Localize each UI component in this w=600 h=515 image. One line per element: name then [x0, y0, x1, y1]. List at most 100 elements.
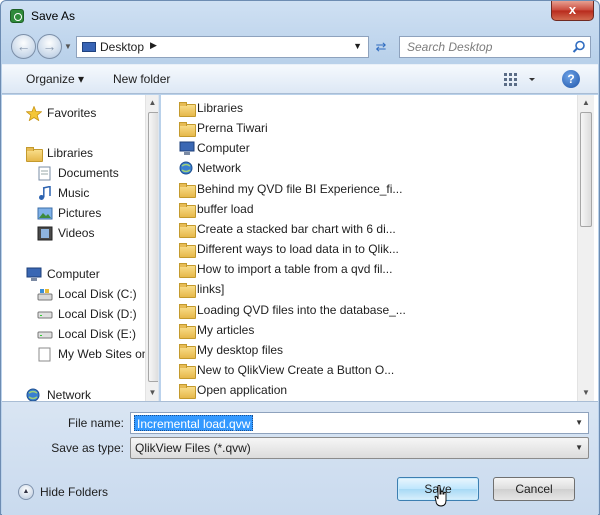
chevron-up-icon: ▲ [18, 484, 34, 500]
scroll-down-icon[interactable]: ▼ [578, 385, 594, 401]
file-list: Libraries Prerna Tiwari Computer Network Beh… [161, 95, 598, 401]
scroll-down-icon[interactable]: ▼ [146, 385, 158, 401]
file-name: New to QlikView Create a Button O... [197, 363, 395, 377]
nav-favorites-label: Favorites [47, 106, 97, 120]
qlikview-app-icon [10, 9, 24, 23]
search-icon[interactable] [572, 40, 586, 54]
file-name: Open application [197, 383, 288, 397]
file-name: Computer [197, 141, 250, 155]
navigation-scrollbar[interactable]: ▲ ▼ [145, 95, 158, 401]
documents-icon [38, 166, 51, 181]
savetype-value: QlikView Files (*.qvw) [135, 441, 251, 455]
address-bar[interactable]: Desktop ▶ ▼ [76, 36, 369, 58]
nav-videos-label: Videos [58, 226, 95, 240]
file-name: Different ways to load data in to Qlik..… [197, 242, 399, 256]
filename-field[interactable]: Incremental load.qvw ▼ [130, 412, 589, 434]
nav-libraries-label: Libraries [47, 146, 94, 160]
scroll-up-icon[interactable]: ▲ [146, 95, 158, 111]
library-icon [26, 146, 43, 162]
folder-icon [179, 222, 196, 238]
folder-icon [179, 242, 196, 258]
music-icon [39, 186, 51, 200]
drive-icon [37, 311, 53, 319]
file-name: Prerna Tiwari [197, 121, 268, 135]
pictures-icon [37, 207, 53, 220]
search-input[interactable] [400, 37, 570, 57]
star-icon [26, 106, 42, 121]
help-icon[interactable]: ? [562, 70, 580, 88]
savetype-label: Save as type: [51, 441, 124, 455]
arrow-right-icon: → [42, 38, 57, 54]
savetype-select[interactable]: QlikView Files (*.qvw) ▼ [130, 437, 589, 459]
file-name: Loading QVD files into the database_... [197, 303, 406, 317]
file-name: links] [197, 282, 225, 296]
close-button[interactable]: x [551, 1, 594, 21]
computer-icon [26, 267, 42, 281]
window-title: Save As [31, 9, 76, 23]
breadcrumb-chevron-icon[interactable]: ▶ [150, 40, 157, 51]
save-options-panel: File name: Incremental load.qvw ▼ Save a… [2, 401, 598, 515]
folder-icon [179, 383, 196, 399]
folder-icon [179, 182, 196, 198]
breadcrumb-desktop[interactable]: Desktop [100, 40, 144, 54]
mouse-cursor-icon [434, 485, 447, 507]
network-icon [179, 161, 195, 176]
recent-locations-dropdown[interactable]: ▼ [64, 42, 72, 51]
computer-icon [179, 141, 195, 156]
forward-button[interactable]: → [37, 34, 62, 59]
web-document-icon [38, 347, 51, 362]
nav-drive-c-label: Local Disk (C:) [58, 287, 137, 301]
file-name: My desktop files [197, 343, 284, 357]
nav-computer-label: Computer [47, 267, 100, 281]
file-name: My articles [197, 323, 255, 337]
scrollbar-thumb[interactable] [580, 112, 592, 227]
navigation-pane: Favorites Libraries Documents Music Pict… [2, 95, 159, 401]
folder-icon [179, 202, 196, 218]
desktop-icon [82, 42, 96, 52]
hide-folders-label: Hide Folders [40, 485, 109, 499]
nav-drive-e-label: Local Disk (E:) [58, 327, 137, 341]
system-drive-icon [37, 289, 53, 301]
folder-icon [179, 282, 196, 298]
folder-icon [179, 343, 196, 359]
back-button[interactable]: ← [11, 34, 36, 59]
scrollbar-thumb[interactable] [148, 112, 158, 382]
title-bar: Save As x [1, 1, 599, 31]
file-name: Network [197, 161, 242, 175]
filename-dropdown-icon[interactable]: ▼ [575, 418, 583, 427]
save-as-dialog: Save As x ← → ▼ Desktop ▶ ▼ ⇄ Organize ▾… [0, 0, 600, 515]
scroll-up-icon[interactable]: ▲ [578, 95, 594, 111]
folder-icon [179, 262, 196, 278]
filename-value[interactable]: Incremental load.qvw [134, 415, 254, 431]
file-name: buffer load [197, 202, 254, 216]
file-name: Libraries [197, 101, 244, 115]
arrow-left-icon: ← [16, 38, 31, 54]
library-icon [179, 101, 196, 117]
folder-icon [179, 303, 196, 319]
new-folder-button[interactable]: New folder [113, 72, 170, 86]
folder-icon [179, 363, 196, 379]
savetype-dropdown-icon[interactable]: ▼ [575, 443, 583, 452]
nav-music-label: Music [58, 186, 90, 200]
nav-documents-label: Documents [58, 166, 119, 180]
search-box[interactable] [399, 36, 591, 58]
nav-drive-d-label: Local Disk (D:) [58, 307, 137, 321]
nav-pictures-label: Pictures [58, 206, 102, 220]
address-dropdown-icon[interactable]: ▼ [353, 41, 362, 51]
change-view-icon[interactable] [502, 70, 542, 88]
videos-icon [37, 226, 53, 241]
refresh-icon: ⇄ [375, 39, 387, 54]
network-icon [26, 388, 40, 401]
command-toolbar: Organize ▾ New folder ? [2, 64, 598, 94]
refresh-button[interactable]: ⇄ [371, 36, 391, 58]
organize-menu[interactable]: Organize ▾ [26, 72, 84, 86]
file-name: Behind my QVD file BI Experience_fi... [197, 182, 403, 196]
nav-network-label: Network [47, 388, 92, 401]
folder-icon [179, 323, 196, 339]
file-list-scrollbar[interactable]: ▲ ▼ [577, 95, 594, 401]
cancel-button[interactable]: Cancel [493, 477, 575, 501]
filename-label: File name: [67, 416, 124, 430]
file-name: Create a stacked bar chart with 6 di... [197, 222, 396, 236]
file-name: How to import a table from a qvd fil... [197, 262, 393, 276]
user-folder-icon [179, 121, 196, 137]
